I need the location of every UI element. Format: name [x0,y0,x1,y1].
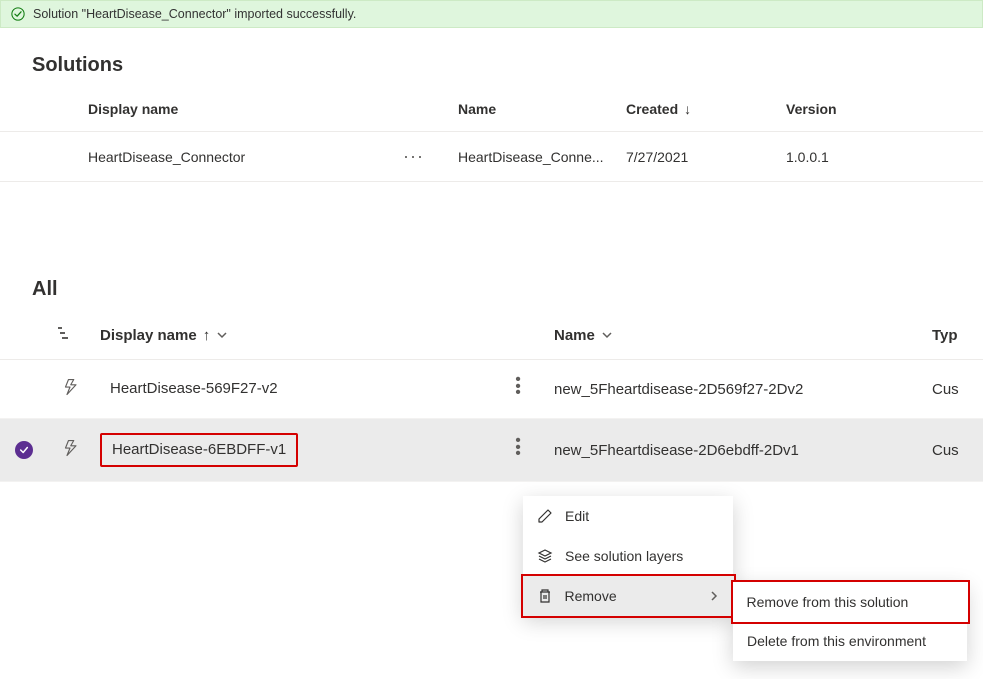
row-select[interactable] [0,360,48,419]
solutions-heading: Solutions [0,28,983,87]
submenu-delete-from-environment[interactable]: Delete from this environment [733,621,967,661]
submenu-remove-from-solution[interactable]: Remove from this solution [731,580,970,624]
col-created[interactable]: Created ↓ [618,87,778,132]
menu-see-layers[interactable]: See solution layers [523,536,733,576]
menu-edit[interactable]: Edit [523,496,733,536]
row-kebab-button[interactable]: ••• [515,438,521,457]
connector-icon [48,360,92,419]
col-all-display-name[interactable]: Display name ↑ [92,311,490,360]
sort-asc-icon: ↑ [203,327,211,344]
chevron-right-icon [708,590,720,602]
menu-remove[interactable]: Remove [521,574,736,618]
solutions-table: Display name Name Created ↓ Version Hear… [0,87,983,182]
component-system-name: new_5Fheartdisease-2D6ebdff-2Dv1 [546,419,924,482]
component-display-name[interactable]: HeartDisease-6EBDFF-v1 [100,433,298,467]
selected-check-icon [15,441,33,459]
chevron-down-icon [601,329,613,341]
pencil-icon [537,508,553,524]
component-type: Cus [924,419,983,482]
chevron-down-icon [216,329,228,341]
remove-submenu: Remove from this solution Delete from th… [733,582,967,661]
success-check-icon [11,7,25,21]
solution-display-name[interactable]: HeartDisease_Connector [88,149,245,165]
col-display-name[interactable]: Display name [80,87,450,132]
connector-icon [48,419,92,482]
all-components-table: Display name ↑ Name Typ [0,311,983,482]
import-success-banner: Solution "HeartDisease_Connector" import… [0,0,983,28]
table-row[interactable]: HeartDisease-569F27-v2 ••• new_5Fheartdi… [0,360,983,419]
col-hierarchy-icon[interactable] [48,311,92,360]
row-more-button[interactable]: ··· [403,146,442,167]
layers-icon [537,548,553,564]
component-type: Cus [924,360,983,419]
sort-desc-icon: ↓ [684,101,691,117]
solution-created: 7/27/2021 [618,132,778,182]
col-version[interactable]: Version [778,87,953,132]
row-kebab-button[interactable]: ••• [515,377,521,396]
solution-version: 1.0.0.1 [778,132,953,182]
component-system-name: new_5Fheartdisease-2D569f27-2Dv2 [546,360,924,419]
table-row[interactable]: HeartDisease_Connector ··· HeartDisease_… [0,132,983,182]
trash-icon [537,588,553,604]
component-display-name[interactable]: HeartDisease-569F27-v2 [100,374,288,404]
hierarchy-icon [56,325,72,341]
table-row[interactable]: HeartDisease-6EBDFF-v1 ••• new_5Fheartdi… [0,419,983,482]
col-all-type[interactable]: Typ [924,311,983,360]
col-name[interactable]: Name [450,87,618,132]
row-context-menu: Edit See solution layers Remove [523,496,733,615]
col-all-name[interactable]: Name [546,311,924,360]
all-heading: All [0,252,983,311]
row-select[interactable] [0,419,48,482]
banner-message: Solution "HeartDisease_Connector" import… [33,7,356,21]
solution-name: HeartDisease_Conne... [450,132,618,182]
